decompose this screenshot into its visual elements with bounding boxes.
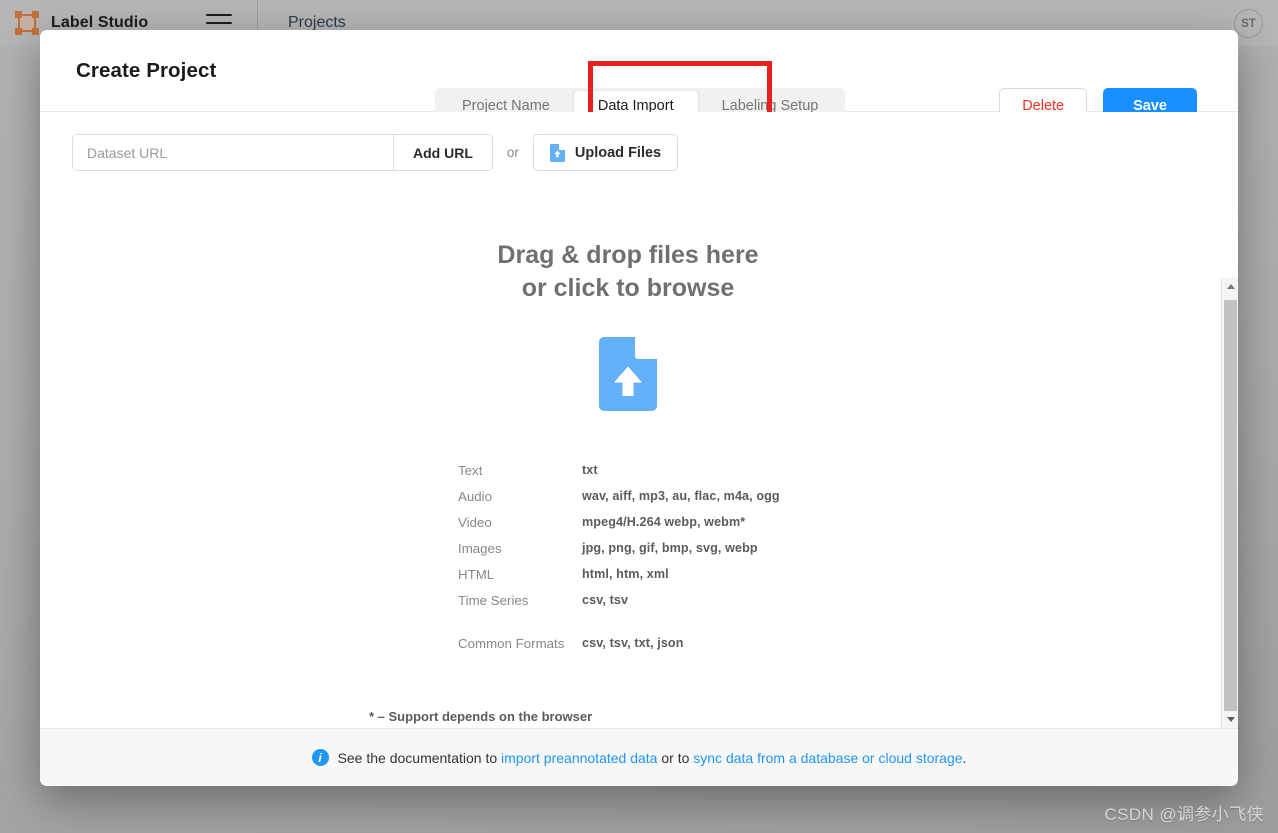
scroll-down-button[interactable] xyxy=(1222,711,1238,728)
sync-data-link[interactable]: sync data from a database or cloud stora… xyxy=(693,750,962,766)
format-value: txt xyxy=(582,463,598,477)
format-label: Audio xyxy=(458,489,493,504)
or-separator-label: or xyxy=(506,145,519,160)
scroll-up-button[interactable] xyxy=(1222,278,1238,295)
format-row: Audio wav, aiff, mp3, au, flac, m4a, ogg xyxy=(458,489,798,504)
upload-files-label: Upload Files xyxy=(574,144,662,161)
content-scrollbar[interactable] xyxy=(1221,278,1238,728)
format-row: Text txt xyxy=(458,463,798,478)
format-value: csv, tsv xyxy=(582,593,629,607)
dropzone-title: Drag & drop files here or click to brows… xyxy=(497,239,758,305)
url-input-group: Add URL xyxy=(72,134,493,171)
create-project-modal: Create Project Project Name Data Import … xyxy=(40,30,1238,786)
upload-files-button[interactable]: Upload Files xyxy=(532,134,679,171)
format-notes: * – Support depends on the browser * – U… xyxy=(369,706,829,728)
format-value: html, htm, xml xyxy=(582,567,669,581)
label-studio-logo-icon xyxy=(14,11,40,35)
modal-header: Create Project Project Name Data Import … xyxy=(40,30,1238,145)
chevron-down-icon xyxy=(1226,717,1235,722)
modal-title: Create Project xyxy=(76,58,217,82)
format-row: Video mpeg4/H.264 webp, webm* xyxy=(458,515,798,530)
footer-documentation-text: See the documentation to import preannot… xyxy=(338,750,967,766)
format-label: Images xyxy=(458,541,502,556)
format-label: Time Series xyxy=(458,593,529,608)
footer-text-middle: or to xyxy=(657,749,694,766)
file-upload-icon xyxy=(549,143,565,162)
add-url-button[interactable]: Add URL xyxy=(393,135,492,170)
footer-text-after: . xyxy=(962,749,967,766)
format-label: HTML xyxy=(458,567,495,582)
format-row-common: Common Formats csv, tsv, txt, json xyxy=(458,636,798,651)
format-value: mpeg4/H.264 webp, webm* xyxy=(582,515,746,529)
format-value: csv, tsv, txt, json xyxy=(582,636,684,650)
chevron-up-icon xyxy=(1226,284,1235,289)
dropzone-title-line-1: Drag & drop files here xyxy=(497,241,759,269)
supported-formats-table: Text txt Audio wav, aiff, mp3, au, flac,… xyxy=(458,463,798,662)
format-value: wav, aiff, mp3, au, flac, m4a, ogg xyxy=(582,489,780,503)
dataset-url-input[interactable] xyxy=(73,135,393,170)
info-icon: i xyxy=(311,749,329,766)
modal-body: Add URL or Upload Files Drag & drop file… xyxy=(40,112,1238,728)
note-browser-support: * – Support depends on the browser xyxy=(369,709,593,724)
format-row: HTML html, htm, xml xyxy=(458,567,798,582)
format-value: jpg, png, gif, bmp, svg, webp xyxy=(582,541,758,555)
format-label: Video xyxy=(458,515,492,530)
import-url-row: Add URL or Upload Files xyxy=(40,112,1238,171)
user-avatar[interactable]: ST xyxy=(1234,9,1263,38)
footer-text-before: See the documentation to xyxy=(337,749,502,766)
scrollbar-thumb[interactable] xyxy=(1224,300,1237,728)
format-row: Time Series csv, tsv xyxy=(458,593,798,608)
format-row: Images jpg, png, gif, bmp, svg, webp xyxy=(458,541,798,556)
format-label: Text xyxy=(458,463,483,478)
format-label: Common Formats xyxy=(458,636,565,651)
modal-footer: i See the documentation to import preann… xyxy=(40,728,1238,786)
dropzone-title-line-2: or click to browse xyxy=(521,274,735,302)
file-dropzone[interactable]: Drag & drop files here or click to brows… xyxy=(40,180,1216,728)
csdn-watermark: CSDN @调参小飞侠 xyxy=(1104,805,1264,824)
file-upload-large-icon xyxy=(599,337,657,416)
import-preannotated-data-link[interactable]: import preannotated data xyxy=(501,750,657,766)
